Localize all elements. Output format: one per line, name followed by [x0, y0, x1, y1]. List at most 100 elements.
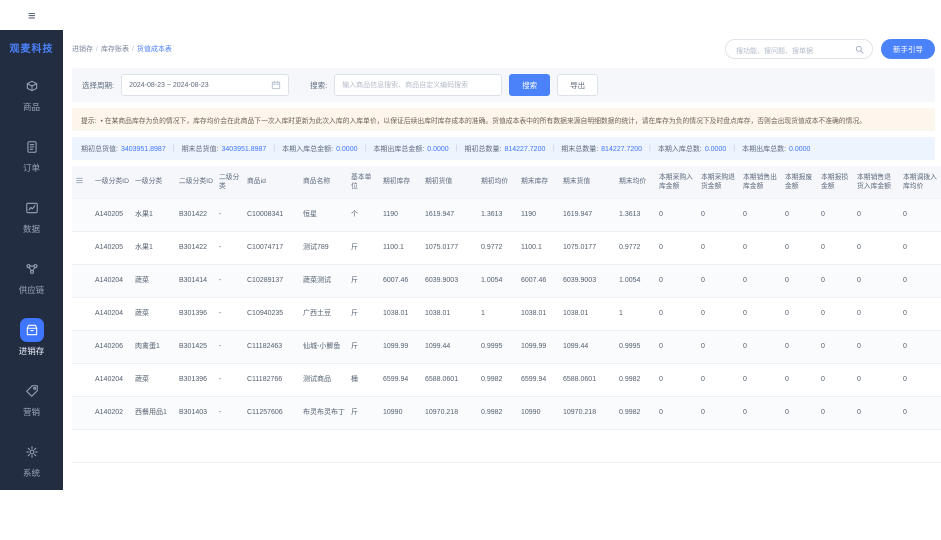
- sidebar-item-inventory[interactable]: 进销存: [0, 307, 63, 368]
- cell: 1038.01: [422, 297, 478, 331]
- cell: 0: [818, 264, 854, 298]
- summary-item: 本期入库总金额: 0.0000: [282, 144, 357, 154]
- cell: 1099.44: [422, 330, 478, 364]
- sidebar-item-supply-chain[interactable]: 供应链: [0, 246, 63, 307]
- cell: A140204: [92, 363, 132, 397]
- column-header: 本期报废金额: [782, 166, 818, 199]
- global-search-input[interactable]: [726, 42, 872, 61]
- cell: 0.9995: [478, 330, 518, 364]
- list-icon: [76, 177, 83, 183]
- sidebar-item-label: 数据: [22, 224, 40, 234]
- menu-toggle-icon[interactable]: ≡: [28, 9, 36, 22]
- cell: 0: [740, 231, 782, 265]
- summary-item: 本期出库总金额: 0.0000: [373, 144, 448, 154]
- sidebar-item-label: 订单: [22, 163, 40, 173]
- table-row: A140204 蔬菜 B301396- C11182766 测试商品桶 6599.94 65…: [72, 363, 941, 397]
- sidebar-item-marketing[interactable]: 营销: [0, 368, 63, 429]
- cell: 0: [782, 198, 818, 232]
- table-row: A140202 西餐用品1 B301403- C11257606 布灵布灵布丁斤 1099…: [72, 396, 941, 430]
- summary-label: 本期入库总金额:: [282, 145, 334, 153]
- column-header: 一级分类: [132, 166, 176, 199]
- summary-label: 期初总数量:: [464, 145, 502, 153]
- inventory-icon: [26, 324, 37, 336]
- cell: -: [216, 396, 244, 430]
- guide-button[interactable]: 新手引导: [881, 39, 935, 59]
- summary-separator: |: [455, 145, 458, 152]
- summary-bar: 期初总货值: 3403951.8987 | 期末总货值: 3403951.8987 | 本期…: [72, 137, 935, 160]
- summary-value: 0.0000: [427, 145, 449, 153]
- cell: 1.3613: [616, 198, 656, 232]
- export-button[interactable]: 导出: [557, 74, 599, 96]
- search-button[interactable]: 搜索: [509, 74, 551, 96]
- cell: 10990: [518, 396, 560, 430]
- breadcrumb-item[interactable]: 库存账表: [101, 46, 129, 53]
- column-settings-button[interactable]: [72, 166, 92, 199]
- cell: 0: [900, 330, 941, 364]
- cell: 6007.46: [518, 264, 560, 298]
- cell: 0: [854, 231, 900, 265]
- supply-chain-icon: [26, 264, 37, 274]
- date-range-input[interactable]: 2024-08-23 ~ 2024-08-23: [121, 74, 290, 96]
- summary-label: 期末总数量:: [561, 145, 599, 153]
- cell: 0.9772: [478, 231, 518, 265]
- column-header: 本期报损金额: [818, 166, 854, 199]
- cell: 0: [782, 396, 818, 430]
- summary-value: 814227.7200: [601, 145, 643, 153]
- cell: 6588.0601: [560, 363, 616, 397]
- notice-label: 提示:: [81, 117, 97, 125]
- cell: 西餐用品1: [132, 396, 176, 430]
- sidebar-item-label: 进销存: [18, 346, 45, 356]
- cell: B301396: [176, 297, 216, 331]
- main-content: 进销存/库存账表/货值成本表 新手引导 选择周期: 2024-08-23 ~ 2…: [63, 30, 941, 490]
- sidebar-item-system[interactable]: 系统: [0, 429, 63, 490]
- product-search-input[interactable]: [334, 74, 503, 96]
- cell: 0.9982: [478, 396, 518, 430]
- summary-value: 814227.7200: [504, 145, 546, 153]
- column-header: 商品id: [244, 166, 300, 199]
- cell: C10074717: [244, 231, 300, 265]
- cell: 0: [854, 330, 900, 364]
- cell: 1099.99: [380, 330, 422, 364]
- cell: 0: [740, 396, 782, 430]
- cell: B301422: [176, 198, 216, 232]
- cell: 0: [656, 330, 698, 364]
- cell: 0: [818, 363, 854, 397]
- table-row: A140205 水果1 B301422- C10074717 测试789 斤 1100.1 1…: [72, 231, 941, 265]
- cell: A140206: [92, 330, 132, 364]
- cell: 0: [698, 297, 740, 331]
- cell: 0: [782, 330, 818, 364]
- cell: 布灵布灵布丁: [300, 396, 348, 430]
- cell: 6007.46: [380, 264, 422, 298]
- summary-separator: |: [273, 145, 276, 152]
- page: ≡ 观麦科技 商品订单数据供应链进销存营销系统 进销存/库存账表/货值成本表 新…: [0, 0, 941, 540]
- cell: 0: [656, 297, 698, 331]
- sidebar-item-goods[interactable]: 商品: [0, 63, 63, 124]
- global-search: [725, 39, 873, 61]
- breadcrumb-separator: /: [131, 46, 134, 53]
- cell: 蔬菜: [132, 297, 176, 331]
- row-select-cell: [72, 396, 92, 430]
- sidebar-item-orders[interactable]: 订单: [0, 124, 63, 185]
- cell: 6588.0601: [422, 363, 478, 397]
- cell: -: [216, 330, 244, 364]
- goods-icon: [26, 80, 37, 92]
- cell: B301422: [176, 231, 216, 265]
- marketing-icon: [25, 385, 38, 397]
- cell: 1100.1: [518, 231, 560, 265]
- sidebar-item-label: 商品: [22, 102, 40, 112]
- cell: 0: [740, 264, 782, 298]
- filter-toolbar: 选择周期: 2024-08-23 ~ 2024-08-23 搜索: 搜索 导出: [72, 68, 935, 102]
- cell: 肉禽蛋1: [132, 330, 176, 364]
- row-select-cell: [72, 297, 92, 331]
- cell: A140204: [92, 297, 132, 331]
- cell: C11182463: [244, 330, 300, 364]
- cell: 0: [900, 264, 941, 298]
- system-icon: [25, 446, 38, 458]
- breadcrumb-item[interactable]: 进销存: [72, 46, 93, 53]
- cell: 0: [740, 198, 782, 232]
- sidebar-item-data[interactable]: 数据: [0, 185, 63, 246]
- search-icon[interactable]: [854, 44, 865, 55]
- cell: 0: [698, 330, 740, 364]
- row-select-cell: [72, 231, 92, 265]
- summary-separator: |: [552, 145, 555, 152]
